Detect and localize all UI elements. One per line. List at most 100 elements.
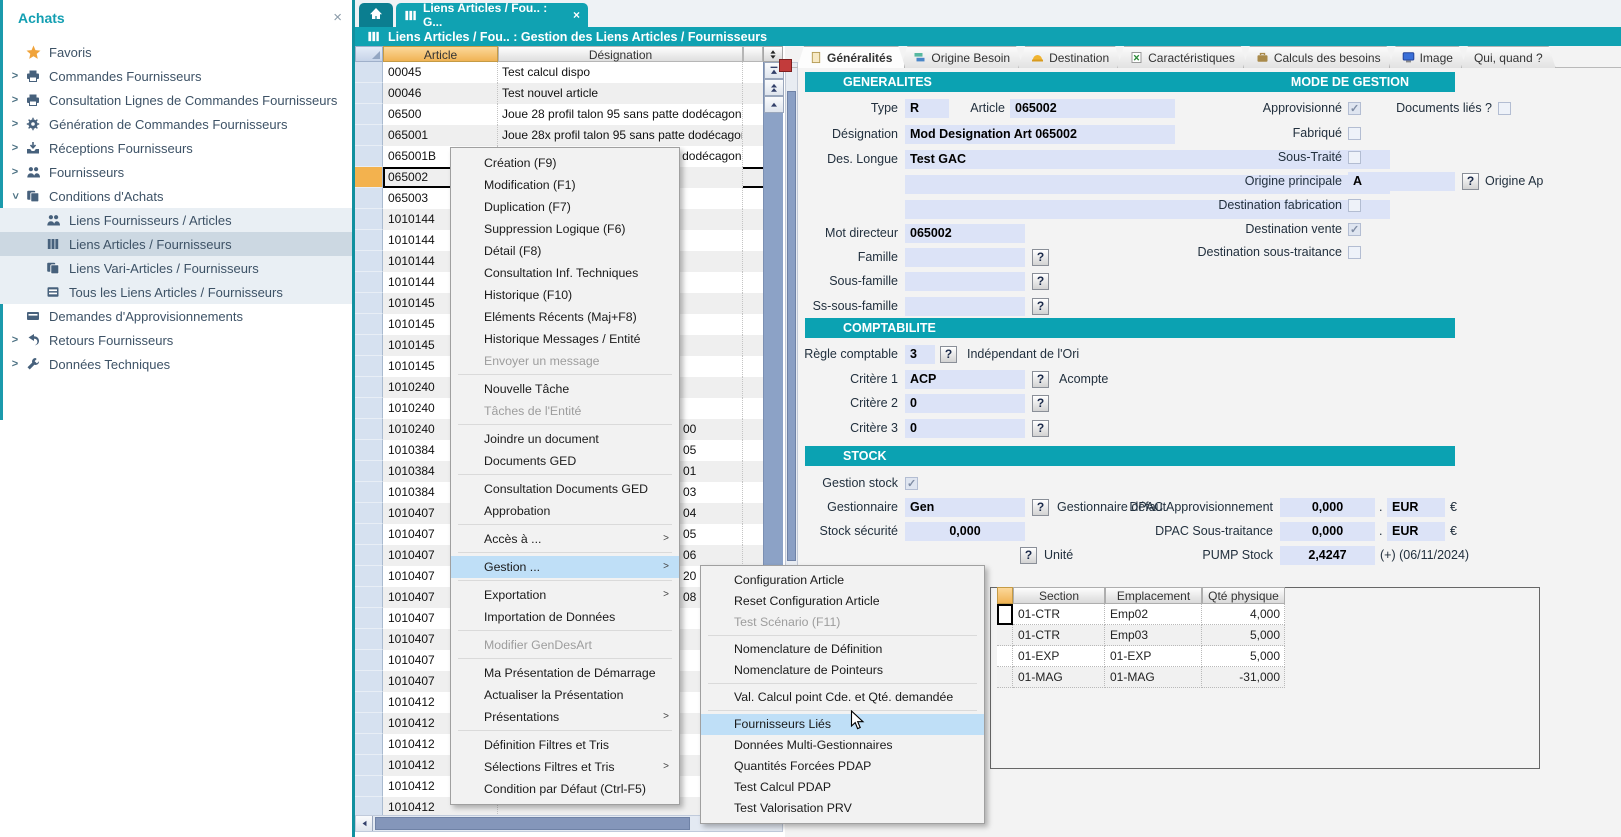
origine-principale-help-button[interactable]: ? — [1462, 173, 1479, 190]
sidebar-item-liens-vari-articles-fournisseurs[interactable]: Liens Vari-Articles / Fournisseurs — [0, 256, 352, 280]
menu-item-historique-f10[interactable]: Historique (F10) — [451, 284, 679, 306]
tab-qui-quand[interactable]: Qui, quand ? — [1461, 46, 1556, 68]
menu-item-quantit-s-forc-es-pdap[interactable]: Quantités Forcées PDAP — [701, 756, 984, 777]
critere1-field[interactable]: ACP — [905, 370, 1025, 389]
menu-item-condition-par-d-faut-ctrl-f5[interactable]: Condition par Défaut (Ctrl-F5) — [451, 778, 679, 800]
row-selector[interactable] — [355, 755, 383, 776]
fabrique-checkbox[interactable] — [1348, 127, 1361, 140]
sidebar-close-icon[interactable]: × — [333, 9, 342, 26]
documents-lies-checkbox[interactable] — [1498, 102, 1511, 115]
row-selector[interactable] — [355, 692, 383, 713]
critere2-help-button[interactable]: ? — [1032, 395, 1049, 412]
ss-sous-famille-field[interactable] — [905, 297, 1025, 316]
tab-close-icon[interactable]: × — [573, 8, 580, 22]
menu-item-cr-ation-f9[interactable]: Création (F9) — [451, 152, 679, 174]
stock-row-key[interactable] — [997, 625, 1013, 646]
gestion-stock-checkbox[interactable] — [905, 477, 918, 490]
table-row[interactable]: 00045Test calcul dispo — [355, 62, 783, 83]
row-selector[interactable] — [355, 650, 383, 671]
origine-principale-field[interactable]: A — [1348, 172, 1455, 191]
column-header-article[interactable]: Article — [383, 46, 498, 62]
chevron-right-icon[interactable]: > — [8, 334, 22, 346]
row-selector[interactable] — [355, 419, 383, 440]
row-selector[interactable] — [355, 377, 383, 398]
row-selector[interactable] — [355, 776, 383, 797]
row-selector[interactable] — [355, 251, 383, 272]
select-all-corner[interactable] — [355, 46, 383, 62]
sous-famille-help-button[interactable]: ? — [1032, 273, 1049, 290]
row-selector[interactable] — [355, 398, 383, 419]
pump-stock-field[interactable]: 2,4247 — [1280, 546, 1375, 565]
sidebar-item-donn-es-techniques[interactable]: >Données Techniques — [0, 352, 352, 376]
row-selector[interactable] — [355, 545, 383, 566]
menu-item-fournisseurs-li-s[interactable]: Fournisseurs Liés — [701, 714, 984, 735]
chevron-right-icon[interactable]: > — [8, 94, 22, 106]
menu-item-consultation-documents-ged[interactable]: Consultation Documents GED — [451, 478, 679, 500]
row-selector[interactable] — [355, 524, 383, 545]
chevron-right-icon[interactable]: > — [8, 70, 22, 82]
dpac-appro-field[interactable]: 0,000 — [1280, 498, 1375, 517]
row-selector[interactable] — [355, 146, 383, 167]
critere1-help-button[interactable]: ? — [1032, 371, 1049, 388]
menu-item-pr-sentations[interactable]: Présentations> — [451, 706, 679, 728]
tab-image[interactable]: Image — [1389, 46, 1466, 68]
chevron-down-icon[interactable]: > — [9, 189, 21, 203]
menu-item-actualiser-la-pr-sentation[interactable]: Actualiser la Présentation — [451, 684, 679, 706]
sidebar-item-favoris[interactable]: Favoris — [0, 40, 352, 64]
designation-field[interactable]: Mod Designation Art 065002 — [905, 125, 1175, 144]
menu-item-gestion[interactable]: Gestion ...> — [451, 556, 679, 578]
page-up-button[interactable] — [764, 79, 784, 96]
chevron-right-icon[interactable]: > — [8, 142, 22, 154]
table-row[interactable]: 065001Joue 28x profil talon 95 sans patt… — [355, 125, 783, 146]
critere3-field[interactable]: 0 — [905, 419, 1025, 438]
article-field[interactable]: 065002 — [1010, 99, 1175, 118]
menu-item-s-lections-filtres-et-tris[interactable]: Sélections Filtres et Tris> — [451, 756, 679, 778]
stock-securite-field[interactable]: 0,000 — [905, 522, 1025, 541]
row-selector[interactable] — [355, 188, 383, 209]
row-selector[interactable] — [355, 83, 383, 104]
row-selector[interactable] — [355, 167, 383, 188]
row-selector[interactable] — [355, 797, 383, 815]
menu-item-acc-s[interactable]: Accès à ...> — [451, 528, 679, 550]
menu-item-documents-ged[interactable]: Documents GED — [451, 450, 679, 472]
dpac-st-field[interactable]: 0,000 — [1280, 522, 1375, 541]
row-selector[interactable] — [355, 671, 383, 692]
column-header-designation[interactable]: Désignation — [498, 46, 743, 62]
regle-comptable-help-button[interactable]: ? — [940, 346, 957, 363]
sous-famille-field[interactable] — [905, 272, 1025, 291]
row-selector[interactable] — [355, 230, 383, 251]
stock-row-key[interactable] — [997, 667, 1013, 688]
famille-field[interactable] — [905, 248, 1025, 267]
stock-row-key[interactable] — [997, 604, 1013, 625]
horizontal-scroll-thumb[interactable] — [375, 817, 690, 830]
stock-row-key[interactable] — [997, 646, 1013, 667]
unite-help-button[interactable]: ? — [1020, 547, 1037, 564]
line-up-button[interactable] — [764, 96, 784, 113]
row-selector[interactable] — [355, 293, 383, 314]
row-selector[interactable] — [355, 482, 383, 503]
menu-item-donn-es-multi-gestionnaires[interactable]: Données Multi-Gestionnaires — [701, 735, 984, 756]
row-selector[interactable] — [355, 314, 383, 335]
menu-item-modification-f1[interactable]: Modification (F1) — [451, 174, 679, 196]
stock-col-emplacement[interactable]: Emplacement — [1105, 587, 1202, 604]
sidebar-item-liens-articles-fournisseurs[interactable]: Liens Articles / Fournisseurs — [0, 232, 352, 256]
row-selector[interactable] — [355, 608, 383, 629]
destination-fabrication-checkbox[interactable] — [1348, 199, 1361, 212]
table-row[interactable]: 06500Joue 28 profil talon 95 sans patte … — [355, 104, 783, 125]
approvisionne-checkbox[interactable] — [1348, 102, 1361, 115]
mot-directeur-field[interactable]: 065002 — [905, 224, 1025, 243]
sidebar-item-demandes-d-approvisionnements[interactable]: Demandes d'Approvisionnements — [0, 304, 352, 328]
menu-item-historique-messages-entit[interactable]: Historique Messages / Entité — [451, 328, 679, 350]
sidebar-item-retours-fournisseurs[interactable]: >Retours Fournisseurs — [0, 328, 352, 352]
sidebar-item-r-ceptions-fournisseurs[interactable]: >Réceptions Fournisseurs — [0, 136, 352, 160]
table-row[interactable]: 00046Test nouvel article — [355, 83, 783, 104]
row-selector[interactable] — [355, 461, 383, 482]
menu-item-reset-configuration-article[interactable]: Reset Configuration Article — [701, 591, 984, 612]
row-selector[interactable] — [355, 272, 383, 293]
home-tab[interactable] — [359, 3, 393, 27]
chevron-right-icon[interactable]: > — [8, 358, 22, 370]
menu-item-exportation[interactable]: Exportation> — [451, 584, 679, 606]
row-selector[interactable] — [355, 209, 383, 230]
destination-sous-traitance-checkbox[interactable] — [1348, 246, 1361, 259]
critere2-field[interactable]: 0 — [905, 394, 1025, 413]
